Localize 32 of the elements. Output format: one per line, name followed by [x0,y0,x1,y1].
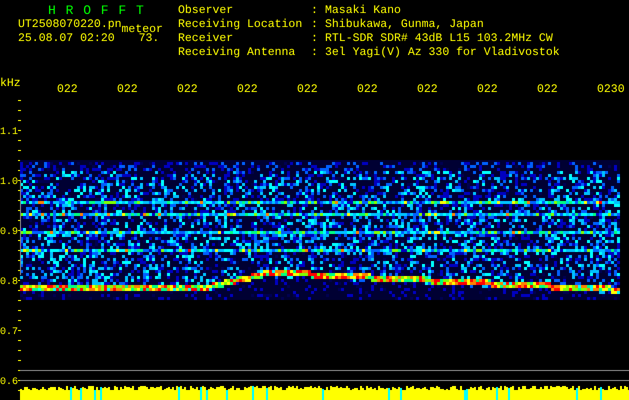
separator: : [311,4,319,18]
time-label: 022 [177,83,198,96]
time-label: 022 [297,83,318,96]
field-label: Receiver [178,32,234,46]
field-value: RTL-SDR SDR# 43dB L15 103.2MHz CW [325,32,553,46]
separator: : [311,18,319,32]
frequency-label: 1.0 [0,177,18,188]
time-label: 022 [537,83,558,96]
field-label: Observer [178,4,234,18]
time-label: 022 [357,83,378,96]
app-title: H R O F F T [47,4,146,18]
field-value: Masaki Kano [325,4,401,18]
field-value: Shibukawa, Gunma, Japan [325,18,484,32]
time-label: 022 [117,83,138,96]
time-label: 022 [57,83,78,96]
frequency-label: 0.6 [0,377,18,388]
file-name: UT2508070220.pn [18,18,122,32]
time-label: 022 [237,83,258,96]
time-label: 022 [417,83,438,96]
time-label: 0230 [597,83,625,96]
frequency-label: 0.8 [0,277,18,288]
time-label: 022 [477,83,498,96]
frequency-label: 0.7 [0,327,18,338]
field-label: Receiving Antenna [178,46,296,60]
field-value: 3el Yagi(V) Az 330 for Vladivostok [325,46,560,60]
frequency-label: 1.1 [0,127,18,138]
axis-unit: kHz [0,77,21,90]
frequency-label: 0.9 [0,227,18,238]
field-label: Receiving Location [178,18,304,32]
timestamp: 25.08.07 02:20 [18,32,115,46]
separator: : [311,32,319,46]
separator: : [311,46,319,60]
